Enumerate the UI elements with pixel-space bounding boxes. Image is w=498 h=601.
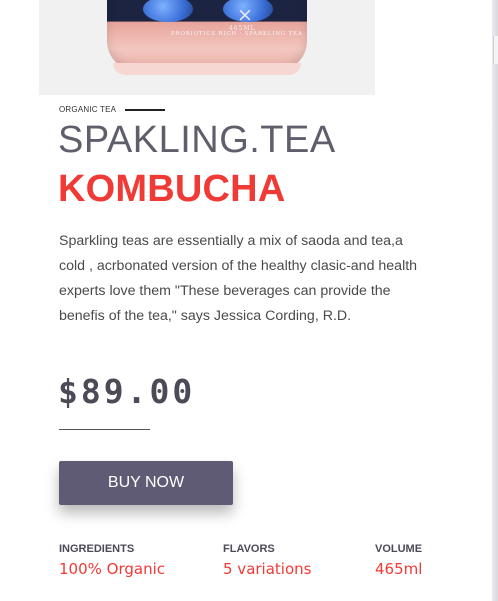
- product-title: SPAKLING.TEA: [58, 119, 336, 161]
- spec-label: VOLUME: [375, 543, 423, 555]
- price-underline: [59, 429, 150, 430]
- spec-value: 465ml: [375, 560, 423, 578]
- category-eyebrow: ORGANIC TEA: [59, 105, 166, 114]
- category-rule: [125, 108, 166, 111]
- buy-now-button[interactable]: BUY NOW: [59, 461, 233, 505]
- product-price: $89.00: [58, 372, 196, 411]
- product-description: Sparkling teas are essentially a mix of …: [59, 233, 418, 324]
- product-subtitle: KOMBUCHA: [58, 168, 286, 210]
- spec-volume: VOLUME 465ml: [375, 543, 422, 578]
- spec-flavors: FLAVORS 5 variations: [223, 543, 311, 578]
- bottle-mark: ×: [237, 4, 253, 26]
- spec-ingredients: INGREDIENTS 100% Organic: [59, 543, 165, 578]
- spec-value: 5 variations: [223, 560, 312, 578]
- bottle-base: [113, 63, 301, 75]
- spec-value: 100% Organic: [59, 560, 165, 578]
- panel-edge-shadow: [492, 0, 498, 601]
- spec-label: INGREDIENTS: [59, 543, 135, 555]
- category-label: ORGANIC TEA: [59, 105, 117, 114]
- bottle-tagline: PROBIOTICS RICH · SPARKLING TEA: [171, 31, 303, 37]
- spec-label: FLAVORS: [223, 543, 275, 555]
- product-image: × 465ML PROBIOTICS RICH · SPARKLING TEA: [39, 0, 375, 95]
- panel-edge-handle: [493, 36, 498, 64]
